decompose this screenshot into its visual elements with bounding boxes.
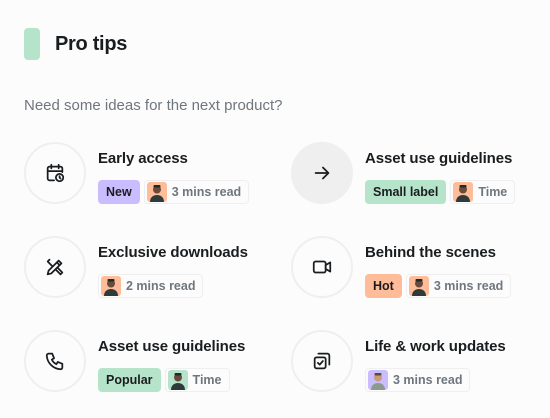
tip-item-asset-use-guidelines-2[interactable]: Asset use guidelines Popular Time [24,330,245,392]
avatar [408,276,429,296]
read-time-chip: Time [450,180,516,204]
tip-title: Life & work updates [365,338,506,355]
pen-ruler-icon [46,258,64,276]
tip-title: Asset use guidelines [365,150,513,167]
tip-item-life-work-updates[interactable]: Life & work updates 3 mins read [291,330,506,392]
accent-bar [24,28,40,60]
tip-icon-button[interactable] [24,330,86,392]
read-time-text: 3 mins read [171,185,242,199]
read-time-chip: 3 mins read [143,180,250,204]
tip-icon-button[interactable] [291,142,353,204]
card-header: Pro tips [24,28,127,60]
tip-tag: New [98,180,140,204]
tip-icon-button[interactable] [24,236,86,298]
tip-icon-button[interactable] [291,236,353,298]
tip-item-early-access[interactable]: Early access New 3 mins read [24,142,250,204]
read-time-chip: Time [164,368,230,392]
read-time-text: 2 mins read [126,279,196,293]
avatar [167,370,188,390]
video-icon [312,260,332,274]
tip-icon-button[interactable] [291,330,353,392]
read-time-chip: 2 mins read [98,274,204,298]
avatar [146,182,167,202]
avatar [453,182,474,202]
read-time-chip: 3 mins read [365,368,471,392]
tip-title: Early access [98,150,188,167]
tip-item-exclusive-downloads[interactable]: Exclusive downloads 2 mins read [24,236,248,298]
tip-tag: Small label [365,180,447,204]
avatar [101,276,121,296]
phone-icon [45,352,64,371]
read-time-text: 3 mins read [433,279,504,293]
arrow-right-icon [314,166,330,180]
tip-title: Exclusive downloads [98,244,248,261]
tip-item-asset-use-guidelines[interactable]: Asset use guidelines Small label Time [291,142,516,204]
read-time-text: 3 mins read [393,373,463,387]
tip-title: Asset use guidelines [98,338,246,355]
card-title: Pro tips [55,32,128,55]
tip-icon-button[interactable] [24,142,86,204]
avatar [368,370,388,390]
card-subtitle: Need some ideas for the next product? [24,97,283,114]
copy-check-icon [313,352,331,370]
calendar-clock-icon [46,163,65,183]
read-time-chip: 3 mins read [405,274,512,298]
tip-tag: Popular [98,368,161,392]
tip-tag: Hot [365,274,402,298]
tip-title: Behind the scenes [365,244,496,261]
pro-tips-card: Pro tips Need some ideas for the next pr… [0,0,550,418]
tip-item-behind-the-scenes[interactable]: Behind the scenes Hot 3 mins read [291,236,512,298]
read-time-text: Time [192,373,222,387]
read-time-text: Time [478,185,508,199]
